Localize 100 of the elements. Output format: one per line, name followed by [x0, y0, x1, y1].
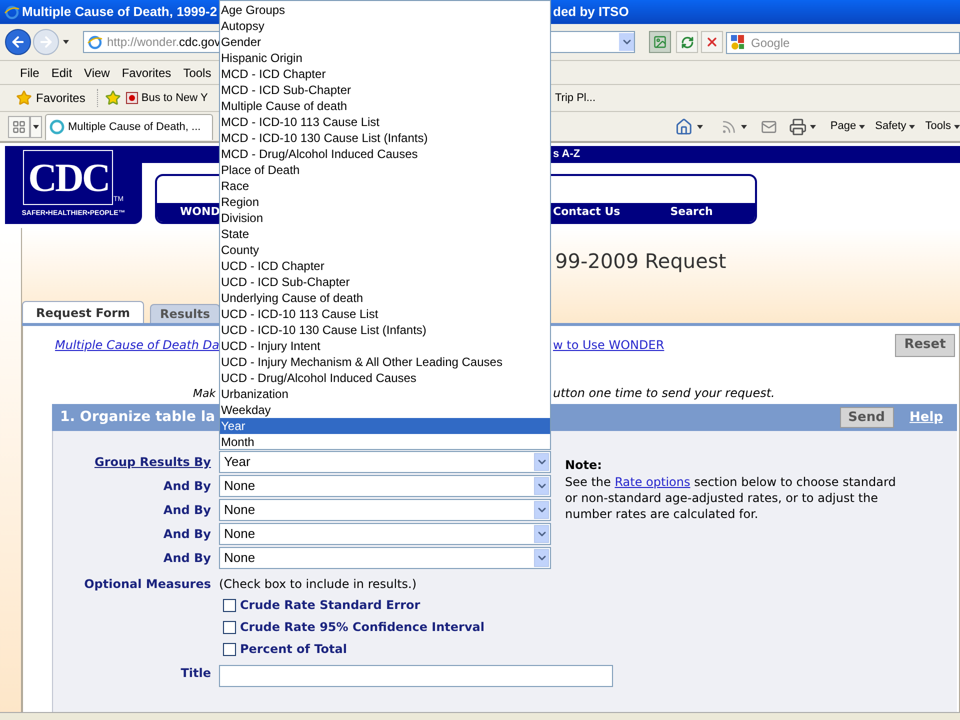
dropdown-select[interactable]: None	[219, 547, 551, 569]
loading-icon	[49, 119, 65, 135]
group-by-link[interactable]: Group Results By	[53, 453, 211, 471]
note-text: See the Rate options section below to choose standard or non-standard age-adjusted rates, or to adjust the number rates are calculated for.	[565, 474, 897, 522]
help-link[interactable]: w to Use WONDER	[553, 336, 664, 354]
title-field[interactable]	[219, 665, 613, 687]
dropdown-option[interactable]: MCD - ICD-10 130 Cause List (Infants)	[220, 130, 550, 146]
dropdown-option[interactable]: UCD - ICD Chapter	[220, 258, 550, 274]
favorites-button[interactable]: Favorites	[36, 89, 86, 107]
nav-link[interactable]: Contact Us	[553, 204, 620, 221]
stop-button[interactable]	[701, 31, 723, 53]
dropdown-select[interactable]: None	[219, 499, 551, 521]
checkbox-label: Crude Rate 95% Confidence Interval	[240, 619, 484, 636]
dropdown-option[interactable]: Gender	[220, 34, 550, 50]
caret-icon[interactable]	[740, 124, 747, 128]
bookmark-icon	[126, 92, 138, 104]
dropdown-option[interactable]: Place of Death	[220, 162, 550, 178]
checkbox[interactable]	[223, 598, 236, 612]
checkbox[interactable]	[223, 642, 236, 656]
dropdown-option[interactable]: MCD - Drug/Alcohol Induced Causes	[220, 146, 550, 162]
dropdown-option[interactable]: Age Groups	[220, 2, 550, 18]
command-menu[interactable]: Page	[830, 118, 866, 135]
dropdown-option[interactable]: UCD - ICD Sub-Chapter	[220, 274, 550, 290]
checkbox[interactable]	[223, 620, 236, 634]
dropdown-option[interactable]: Multiple Cause of death	[220, 98, 550, 114]
reset-button[interactable]: Reset	[895, 334, 955, 356]
quick-tabs-button[interactable]	[8, 116, 30, 138]
dropdown-option[interactable]: County	[220, 242, 550, 258]
dropdown-option[interactable]: MCD - ICD Sub-Chapter	[220, 82, 550, 98]
dropdown-option[interactable]: Autopsy	[220, 18, 550, 34]
chevron-down-icon[interactable]	[534, 549, 549, 567]
search-field[interactable]: Google	[726, 32, 960, 54]
checkbox-label: Percent of Total	[240, 641, 347, 658]
dropdown-select[interactable]: Year	[219, 451, 551, 473]
back-button[interactable]	[5, 29, 31, 55]
tab-list-button[interactable]	[30, 116, 42, 138]
dropdown-select[interactable]: None	[219, 475, 551, 497]
menu-item[interactable]: Edit	[51, 64, 72, 82]
field-label: Title	[180, 665, 211, 682]
caret-icon[interactable]	[810, 124, 816, 128]
mail-icon[interactable]	[760, 118, 777, 134]
dropdown-option[interactable]: Urbanization	[220, 386, 550, 402]
dropdown-option[interactable]: MCD - ICD Chapter	[220, 66, 550, 82]
printer-icon[interactable]	[788, 118, 806, 136]
field-label: And By	[162, 502, 211, 519]
menu-item[interactable]: Tools	[183, 64, 212, 82]
dropdown-option[interactable]: UCD - ICD-10 130 Cause List (Infants)	[220, 322, 550, 338]
instruction-text: utton one time to send your request.	[553, 385, 775, 402]
dropdown-option[interactable]: Weekday	[220, 402, 550, 418]
dropdown-option[interactable]: MCD - ICD-10 113 Cause List	[220, 114, 550, 130]
chevron-down-icon[interactable]	[534, 453, 549, 471]
nav-link[interactable]: Search	[670, 204, 713, 221]
form-tab[interactable]: Results	[150, 304, 220, 323]
url-text: http://wonder.cdc.gov	[107, 34, 220, 51]
menu-item[interactable]: View	[84, 64, 110, 82]
window-title: ded by ITSO	[553, 3, 629, 22]
page-title: 99-2009 Request	[555, 248, 728, 275]
page-icon	[87, 34, 103, 50]
refresh-icon	[680, 36, 694, 48]
dropdown-option[interactable]: Division	[220, 210, 550, 226]
field-label: And By	[162, 478, 211, 495]
home-icon[interactable]	[675, 118, 693, 136]
chevron-down-icon[interactable]	[534, 477, 549, 495]
menu-item[interactable]: Favorites	[122, 64, 172, 82]
dropdown-option[interactable]: UCD - Injury Mechanism & All Other Leading Causes	[220, 354, 550, 370]
command-menu[interactable]: Tools	[925, 118, 960, 135]
send-button[interactable]: Send	[840, 407, 894, 428]
favorites-link[interactable]: Bus to New Y	[141, 91, 208, 105]
chevron-down-icon[interactable]	[534, 501, 549, 519]
browser-icon	[4, 4, 20, 20]
form-tab[interactable]: Request Form	[22, 301, 144, 323]
dropdown-option[interactable]: Region	[220, 194, 550, 210]
dropdown-option[interactable]: Underlying Cause of death	[220, 290, 550, 306]
dropdown-select[interactable]: None	[219, 523, 551, 545]
rate-options-link[interactable]: Rate options	[614, 475, 690, 489]
browser-tab[interactable]: Multiple Cause of Death, ...	[45, 114, 213, 140]
nav-link[interactable]: s A-Z	[553, 146, 580, 163]
dropdown-option[interactable]: Hispanic Origin	[220, 50, 550, 66]
dataset-link[interactable]: Multiple Cause of Death Da	[55, 336, 220, 354]
dropdown-option[interactable]: UCD - Injury Intent	[220, 338, 550, 354]
dropdown-option[interactable]: State	[220, 226, 550, 242]
refresh-button[interactable]	[676, 31, 698, 53]
dropdown-option[interactable]: Year	[220, 418, 550, 434]
command-menu[interactable]: Safety	[875, 118, 916, 135]
add-favorite-icon[interactable]	[105, 90, 122, 106]
favorites-link[interactable]: Trip Pl...	[555, 91, 596, 105]
dropdown-option[interactable]: Race	[220, 178, 550, 194]
dropdown-option[interactable]: UCD - Drug/Alcohol Induced Causes	[220, 370, 550, 386]
dropdown-option[interactable]: UCD - ICD-10 113 Cause List	[220, 306, 550, 322]
menu-item[interactable]: File	[20, 64, 40, 82]
logo-text: CDC	[23, 150, 114, 205]
chevron-down-icon[interactable]	[619, 33, 634, 51]
section-title: 1. Organize table la	[60, 408, 216, 427]
chevron-down-icon[interactable]	[534, 525, 549, 543]
hint-text: (Check box to include in results.)	[219, 576, 417, 593]
caret-icon[interactable]	[63, 40, 69, 44]
caret-icon[interactable]	[696, 124, 703, 128]
image-icon	[653, 35, 667, 49]
picture-button[interactable]	[649, 31, 671, 53]
dropdown-option[interactable]: Month	[220, 434, 550, 450]
